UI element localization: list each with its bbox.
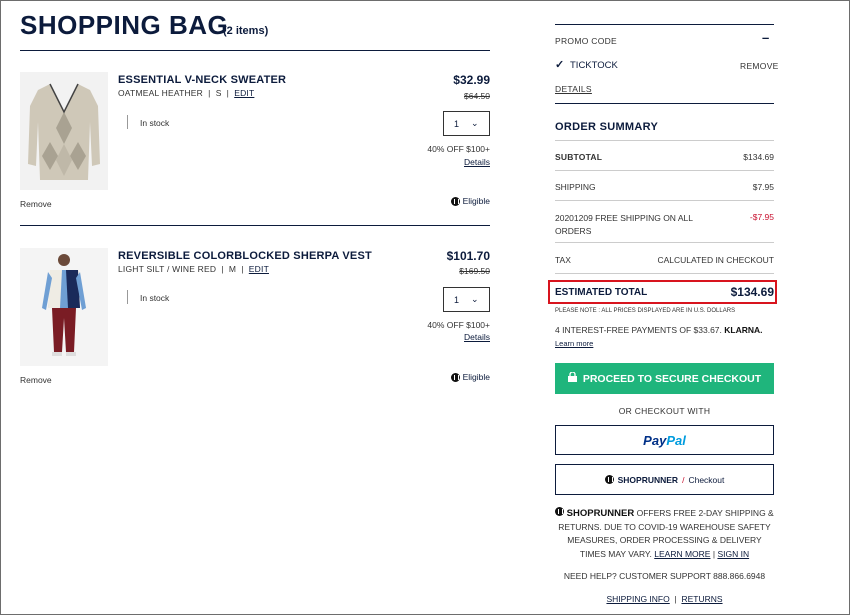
- shoprunner-icon: [604, 475, 614, 484]
- discount-row: 20201209 FREE SHIPPING ON ALL ORDERS -$7…: [555, 212, 774, 238]
- original-price: $169.50: [459, 266, 490, 276]
- shoprunner-checkout-label: Checkout: [688, 474, 725, 485]
- eligible-label: Eligible: [462, 196, 490, 206]
- details-link[interactable]: Details: [390, 332, 490, 342]
- product-size: S: [215, 88, 222, 98]
- chevron-down-icon: ⌄: [471, 118, 479, 128]
- klarna-logo: KLARNA.: [724, 325, 763, 335]
- shoprunner-separator: /: [682, 474, 685, 485]
- subtotal-value: $134.69: [743, 152, 774, 162]
- lock-icon: [567, 371, 577, 385]
- header-divider: [20, 50, 490, 51]
- edit-link[interactable]: EDIT: [249, 264, 269, 274]
- klarna-text: 4 INTEREST-FREE PAYMENTS OF $33.67.: [555, 325, 722, 335]
- remove-button[interactable]: Remove: [20, 375, 52, 385]
- estimated-total-value: $134.69: [730, 285, 774, 299]
- stock-divider: [127, 115, 128, 129]
- item-count: (2 items): [223, 25, 269, 37]
- subtotal-row: SUBTOTAL $134.69: [555, 152, 774, 162]
- paypal-logo: PayPal: [643, 432, 686, 448]
- summary-divider: [555, 103, 774, 104]
- proceed-checkout-button[interactable]: PROCEED TO SECURE CHECKOUT: [555, 363, 774, 394]
- product-variant: LIGHT SILT / WINE RED | M | EDIT: [118, 264, 269, 274]
- subtotal-label: SUBTOTAL: [555, 152, 603, 162]
- quantity-value: 1: [454, 294, 460, 305]
- summary-rule: [555, 242, 774, 243]
- product-variant: OATMEAL HEATHER | S | EDIT: [118, 88, 255, 98]
- promo-code-label: PROMO CODE: [555, 36, 618, 46]
- order-summary-title: ORDER SUMMARY: [555, 121, 659, 133]
- product-size: M: [228, 264, 237, 274]
- quantity-value: 1: [454, 118, 460, 129]
- tax-row: TAX CALCULATED IN CHECKOUT: [555, 255, 774, 265]
- klarna-message: 4 INTEREST-FREE PAYMENTS OF $33.67. KLAR…: [555, 325, 763, 335]
- product-color: OATMEAL HEATHER: [118, 88, 204, 98]
- promo-remove-link[interactable]: REMOVE: [740, 61, 779, 71]
- shoprunner-sign-in-link[interactable]: SIGN IN: [717, 549, 749, 559]
- shoprunner-icon: [450, 196, 460, 206]
- shoprunner-learn-more-link[interactable]: LEARN MORE: [654, 549, 710, 559]
- summary-rule: [555, 273, 774, 274]
- page-title: SHOPPING BAG: [20, 10, 229, 40]
- shipping-info-link[interactable]: SHIPPING INFO: [606, 594, 669, 604]
- product-name[interactable]: ESSENTIAL V-NECK SWEATER: [118, 74, 286, 86]
- product-color: LIGHT SILT / WINE RED: [118, 264, 217, 274]
- stock-status: In stock: [140, 118, 170, 128]
- shipping-label: SHIPPING: [555, 182, 596, 192]
- shoprunner-brand: SHOPRUNNER: [566, 508, 635, 519]
- klarna-learn-more[interactable]: Learn more: [555, 339, 593, 348]
- summary-rule: [555, 170, 774, 171]
- details-link[interactable]: Details: [390, 157, 490, 167]
- estimated-total-row: ESTIMATED TOTAL $134.69: [555, 285, 774, 299]
- shipping-row: SHIPPING $7.95: [555, 182, 774, 192]
- original-price: $64.50: [464, 91, 490, 101]
- applied-promo-code: TICKTOCK: [570, 60, 618, 71]
- shoprunner-info: SHOPRUNNER OFFERS FREE 2-DAY SHIPPING & …: [555, 507, 774, 561]
- eligible-label: Eligible: [462, 372, 490, 382]
- shipping-value: $7.95: [752, 182, 774, 192]
- link-separator: |: [712, 548, 716, 559]
- product-image-vest[interactable]: [20, 248, 108, 366]
- check-icon: ✓: [555, 59, 565, 71]
- product-image-sweater[interactable]: [20, 72, 108, 190]
- stock-divider: [127, 290, 128, 304]
- footer-links: SHIPPING INFO | RETURNS: [555, 594, 774, 604]
- shoprunner-icon: [450, 372, 460, 382]
- tax-label: TAX: [555, 255, 571, 265]
- product-price: $32.99: [453, 73, 490, 87]
- customer-support: NEED HELP? CUSTOMER SUPPORT 888.866.6948: [563, 571, 766, 581]
- discount-label: 20201209 FREE SHIPPING ON ALL ORDERS: [555, 213, 693, 236]
- paypal-button[interactable]: PayPal: [555, 425, 774, 455]
- shoprunner-eligible: Eligible: [440, 196, 490, 206]
- returns-link[interactable]: RETURNS: [681, 594, 722, 604]
- summary-rule: [555, 140, 774, 141]
- promo-note: 40% OFF $100+: [427, 320, 490, 330]
- promo-details-link[interactable]: DETAILS: [555, 84, 592, 94]
- summary-rule: [555, 200, 774, 201]
- stock-status: In stock: [140, 293, 170, 303]
- quantity-select[interactable]: 1 ⌄: [443, 111, 490, 136]
- remove-button[interactable]: Remove: [20, 199, 52, 209]
- item-divider: [20, 225, 490, 226]
- shoprunner-checkout-button[interactable]: SHOPRUNNER / Checkout: [555, 464, 774, 495]
- promo-note: 40% OFF $100+: [427, 144, 490, 154]
- product-name[interactable]: REVERSIBLE COLORBLOCKED SHERPA VEST: [118, 250, 372, 262]
- currency-note: PLEASE NOTE : ALL PRICES DISPLAYED ARE I…: [555, 308, 736, 314]
- edit-link[interactable]: EDIT: [234, 88, 254, 98]
- or-checkout-with: OR CHECKOUT WITH: [618, 406, 711, 416]
- promo-collapse-toggle[interactable]: –: [762, 30, 769, 45]
- discount-value: -$7.95: [749, 212, 774, 222]
- shoprunner-icon: [555, 507, 565, 516]
- product-price: $101.70: [446, 249, 490, 263]
- proceed-checkout-label: PROCEED TO SECURE CHECKOUT: [582, 372, 762, 385]
- tax-value: CALCULATED IN CHECKOUT: [657, 255, 775, 265]
- shoprunner-label: SHOPRUNNER: [617, 474, 679, 485]
- chevron-down-icon: ⌄: [471, 294, 479, 304]
- shoprunner-eligible: Eligible: [440, 372, 490, 382]
- footer-separator: |: [674, 594, 677, 604]
- estimated-total-label: ESTIMATED TOTAL: [555, 286, 648, 298]
- promo-top-divider: [555, 24, 774, 25]
- quantity-select[interactable]: 1 ⌄: [443, 287, 490, 312]
